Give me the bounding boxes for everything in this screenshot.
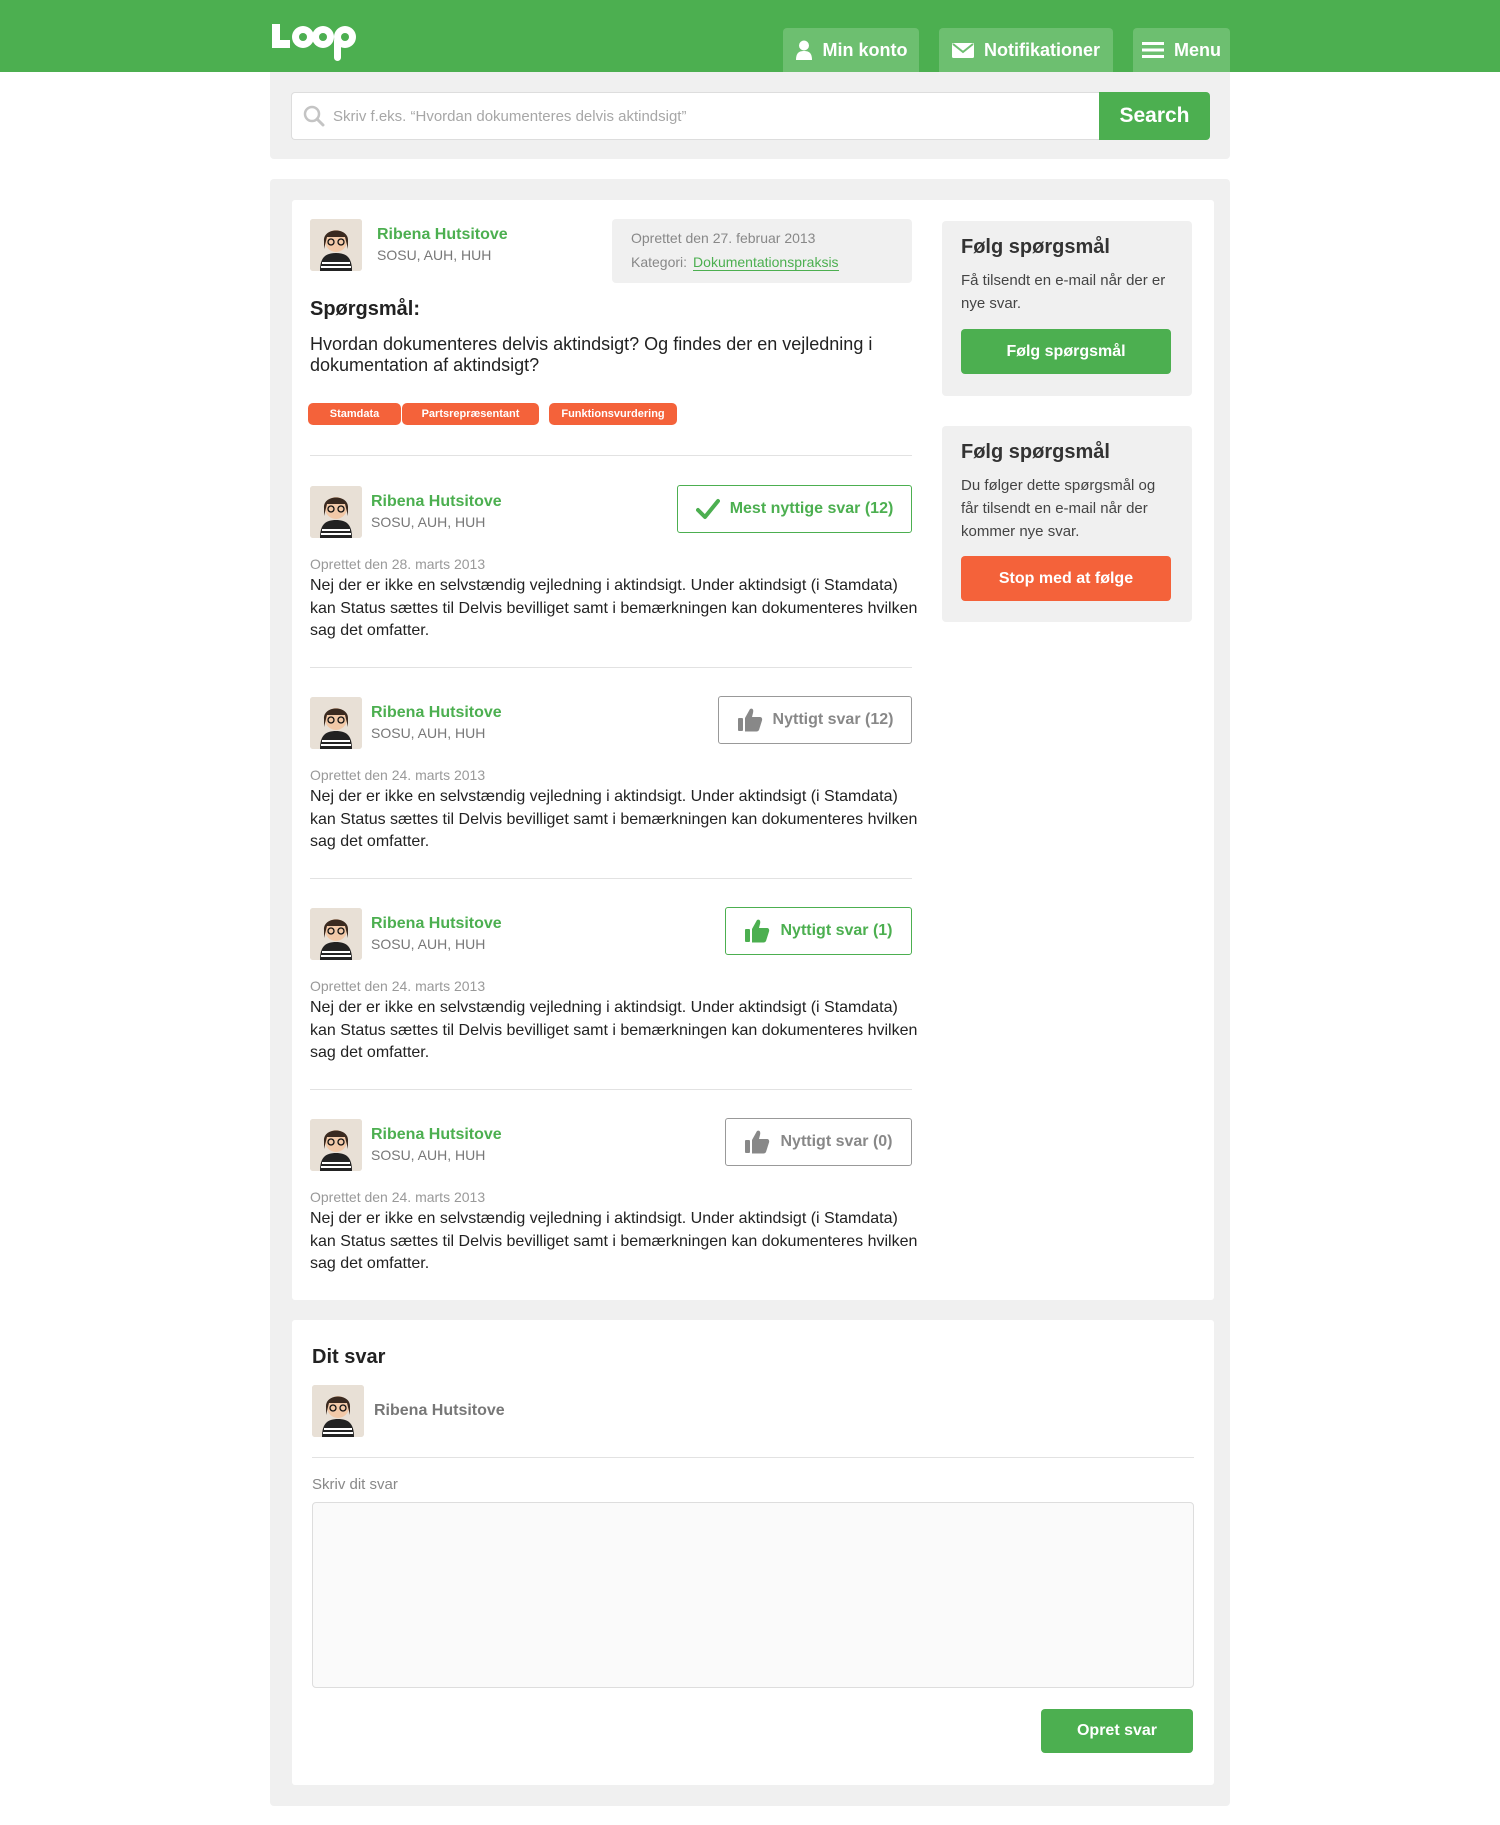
answer-date: Oprettet den 24. marts 2013 [310, 1189, 486, 1205]
question-author-name[interactable]: Ribena Hutsitove [377, 226, 508, 244]
search-field[interactable] [291, 92, 1101, 140]
search-bar: Search [270, 72, 1230, 159]
answer-author-name[interactable]: Ribena Hutsitove [371, 493, 502, 511]
thumbs-up-icon [737, 707, 763, 733]
avatar [310, 908, 362, 960]
menu-nav-button[interactable]: Menu [1133, 28, 1230, 72]
useful-answer-button[interactable]: Nyttigt svar (12) [718, 696, 912, 744]
answer-author-name[interactable]: Ribena Hutsitove [371, 704, 502, 722]
category-link[interactable]: Dokumentationspraksis [693, 254, 839, 271]
avatar [310, 486, 362, 538]
notifications-nav-label: Notifikationer [983, 39, 1100, 60]
useful-answer-button[interactable]: Nyttigt svar (1) [725, 907, 912, 955]
answer-author-role: SOSU, AUH, HUH [371, 936, 486, 952]
user-icon [795, 40, 813, 60]
answer-text: Nej der er ikke en selvstændig vejlednin… [310, 1210, 918, 1272]
answer-date: Oprettet den 24. marts 2013 [310, 767, 486, 783]
answer-author-role: SOSU, AUH, HUH [371, 1147, 486, 1163]
thumbs-up-icon [744, 1129, 770, 1155]
divider [310, 455, 912, 456]
loop-logo[interactable] [269, 18, 361, 66]
question-text: Hvordan dokumenteres delvis aktindsigt? … [310, 334, 873, 375]
avatar [310, 219, 362, 271]
vote-label: Mest nyttige svar (12) [729, 500, 894, 517]
useful-answer-button[interactable]: Nyttigt svar (0) [725, 1118, 912, 1166]
divider [310, 667, 912, 668]
answer-author-name[interactable]: Ribena Hutsitove [371, 915, 502, 933]
following-box-text: Du følger dette spørgsmål og får tilsend… [961, 477, 1156, 540]
question-meta-box: Oprettet den 27. februar 2013 Kategori: D… [612, 219, 912, 283]
answer-date: Oprettet den 24. marts 2013 [310, 978, 486, 994]
search-input[interactable] [333, 107, 1073, 125]
follow-question-box: Følg spørgsmål Få tilsendt en e-mail når… [942, 221, 1192, 396]
following-box-title: Følg spørgsmål [961, 441, 1110, 463]
answer-date: Oprettet den 28. marts 2013 [310, 556, 486, 572]
envelope-icon [951, 42, 974, 58]
answer-text: Nej der er ikke en selvstændig vejlednin… [310, 788, 918, 850]
menu-nav-label: Menu [1174, 39, 1221, 60]
reply-title: Dit svar [312, 1346, 386, 1368]
reply-author-name: Ribena Hutsitove [374, 1402, 505, 1419]
vote-label: Nyttigt svar (0) [780, 1133, 893, 1150]
question-heading: Spørgsmål: [310, 298, 421, 320]
question-created-date: Oprettet den 27. februar 2013 [631, 230, 816, 246]
following-question-box: Følg spørgsmål Du følger dette spørgsmål… [942, 426, 1192, 622]
account-nav-label: Min konto [822, 39, 908, 60]
question-author-role: SOSU, AUH, HUH [377, 247, 492, 263]
answer-author-name[interactable]: Ribena Hutsitove [371, 1126, 502, 1144]
answer-text: Nej der er ikke en selvstændig vejlednin… [310, 999, 918, 1061]
follow-box-text: Få tilsendt en e-mail når der er nye sva… [961, 272, 1166, 312]
avatar [310, 697, 362, 749]
divider [310, 878, 912, 879]
follow-question-button[interactable]: Følg spørgsmål [961, 329, 1171, 374]
top-bar [0, 0, 1500, 72]
most-useful-answer-button[interactable]: Mest nyttige svar (12) [677, 485, 912, 533]
notifications-nav-button[interactable]: Notifikationer [939, 28, 1113, 72]
hamburger-icon [1142, 42, 1164, 58]
category-label: Kategori: [631, 254, 688, 270]
question-category: Kategori: Dokumentationspraksis [631, 254, 839, 271]
tag-partsrepraesentant[interactable]: Partsrepræsentant [402, 403, 539, 425]
stop-following-button[interactable]: Stop med at følge [961, 556, 1171, 601]
vote-label: Nyttigt svar (1) [780, 922, 893, 939]
vote-label: Nyttigt svar (12) [772, 711, 894, 728]
checkmark-icon [695, 498, 720, 520]
thumbs-up-icon [744, 918, 770, 944]
tag-stamdata[interactable]: Stamdata [308, 403, 401, 425]
search-button[interactable]: Search [1099, 92, 1210, 140]
divider [310, 1089, 912, 1090]
answer-text: Nej der er ikke en selvstændig vejlednin… [310, 577, 918, 639]
answer-author-role: SOSU, AUH, HUH [371, 514, 486, 530]
create-answer-button[interactable]: Opret svar [1041, 1709, 1193, 1753]
avatar [310, 1119, 362, 1171]
tag-funktionsvurdering[interactable]: Funktionsvurdering [549, 403, 677, 425]
answer-author-role: SOSU, AUH, HUH [371, 725, 486, 741]
avatar [312, 1385, 364, 1437]
reply-textarea[interactable] [312, 1502, 1194, 1688]
search-icon [303, 105, 325, 127]
follow-box-title: Følg spørgsmål [961, 236, 1110, 258]
reply-label: Skriv dit svar [312, 1476, 398, 1493]
divider [312, 1457, 1194, 1458]
account-nav-button[interactable]: Min konto [783, 28, 919, 72]
